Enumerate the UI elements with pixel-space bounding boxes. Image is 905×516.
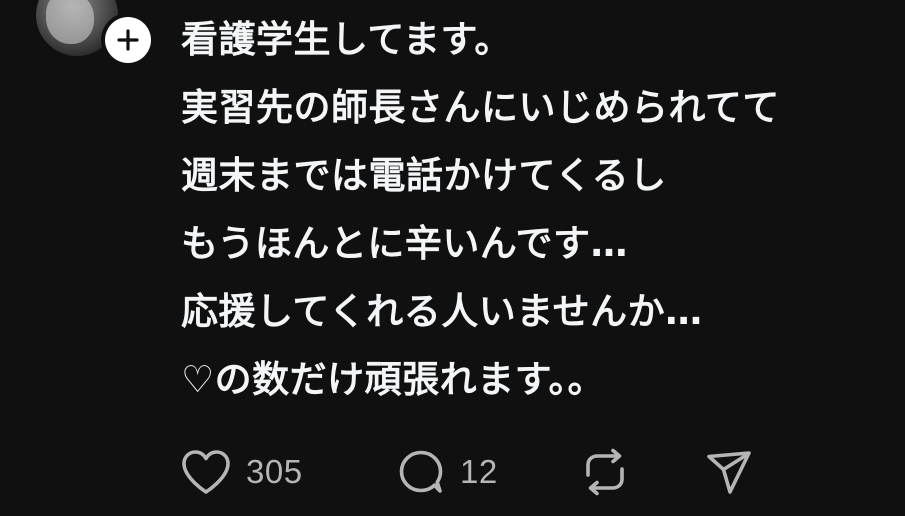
post-line: 看護学生してます。 — [181, 18, 512, 61]
post-line: 実習先の師長さんにいじめられてて — [181, 86, 780, 129]
reply-count: 12 — [460, 453, 498, 490]
post-line: 応援してくれる人いませんか… — [181, 290, 703, 333]
speech-bubble-icon — [399, 450, 443, 493]
post-line: ♡の数だけ頑張れます。。 — [181, 358, 605, 401]
heart-icon — [182, 450, 230, 494]
share-button[interactable] — [704, 444, 764, 500]
like-count: 305 — [246, 453, 303, 490]
post-body: 看護学生してます。 実習先の師長さんにいじめられてて 週末までは電話かけてくるし… — [181, 14, 881, 422]
avatar-image — [46, 0, 94, 44]
repost-icon — [586, 448, 624, 496]
reply-button[interactable]: 12 — [396, 444, 580, 500]
post-line: もうほんとに辛いんです… — [181, 222, 629, 265]
post-actions: 305 12 — [180, 444, 764, 500]
like-button[interactable]: 305 — [180, 444, 396, 500]
follow-button-circle — [105, 17, 151, 63]
follow-button[interactable] — [101, 13, 155, 67]
send-icon — [707, 451, 751, 494]
post-line: 週末までは電話かけてくるし — [181, 154, 667, 197]
repost-button[interactable] — [580, 444, 704, 500]
plus-icon — [117, 29, 139, 51]
